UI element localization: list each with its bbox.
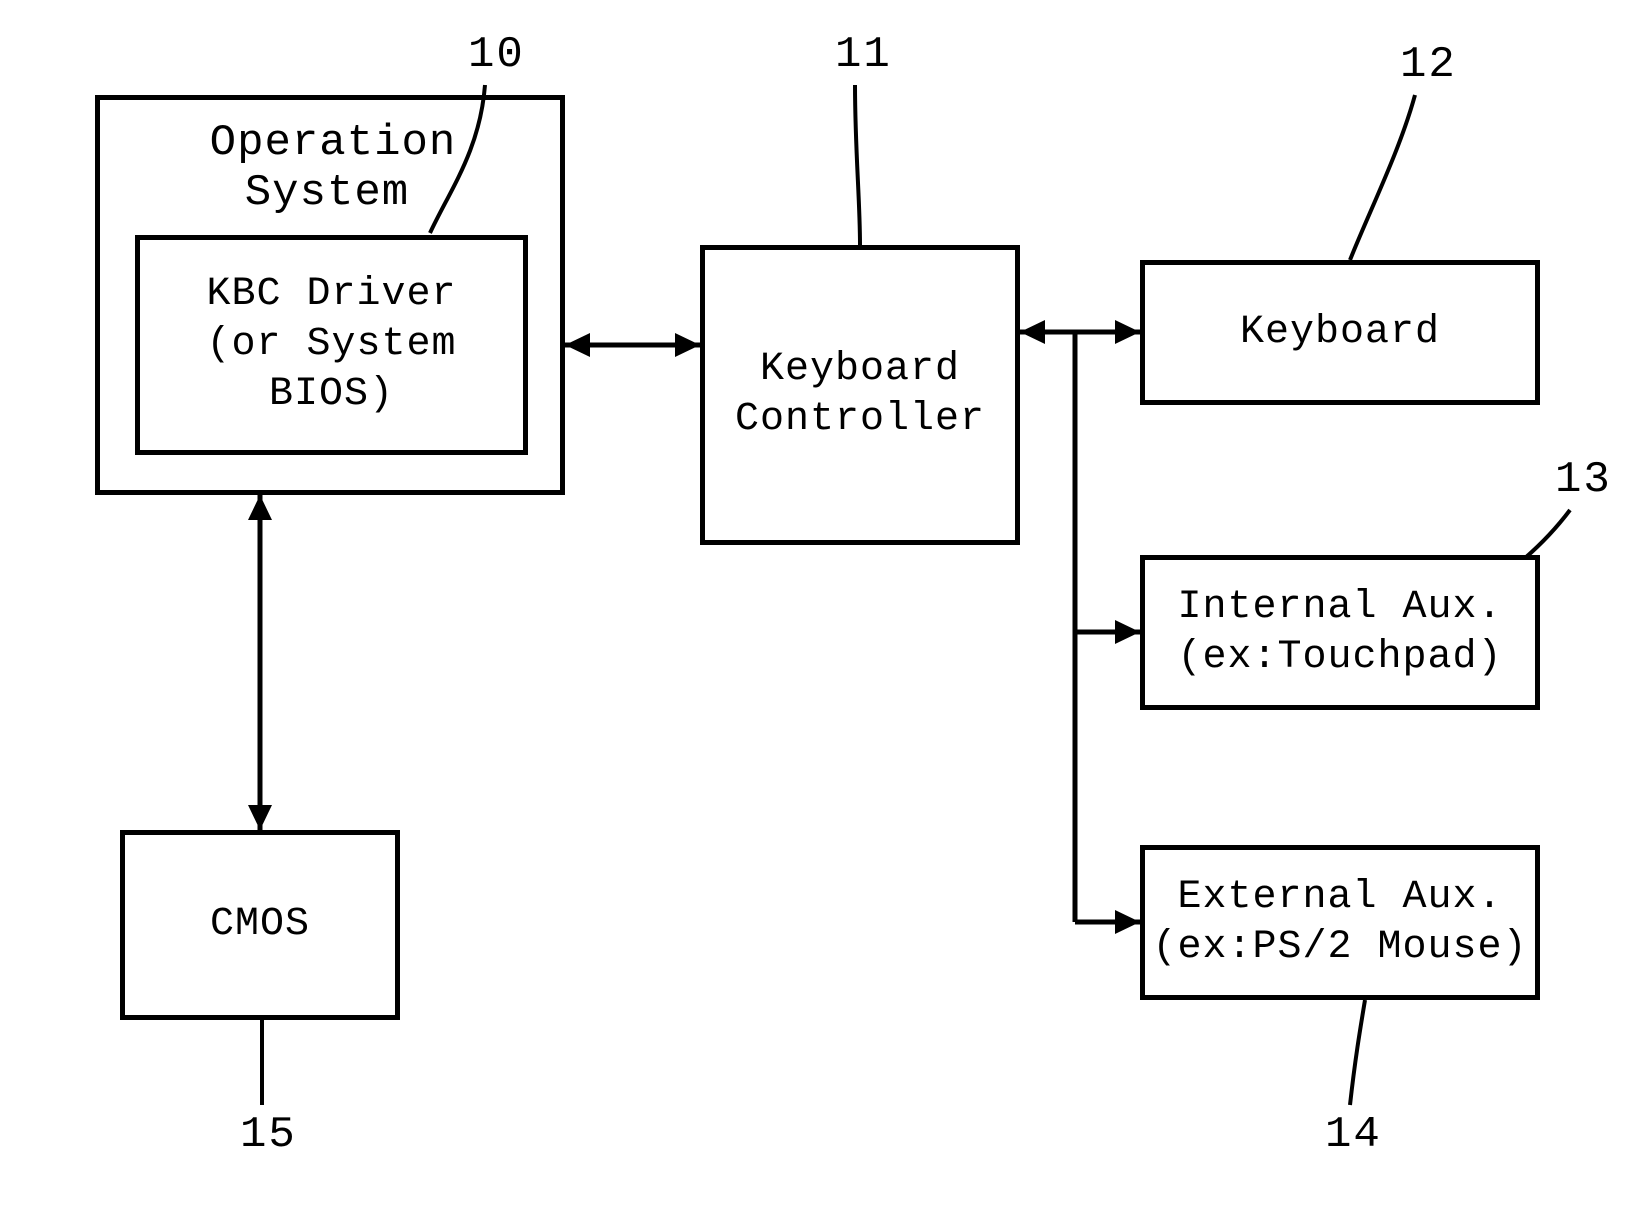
keyboard-box: Keyboard xyxy=(1140,260,1540,405)
keyboard-controller-box: Keyboard Controller xyxy=(700,245,1020,545)
external-aux-text: External Aux. (ex:PS/2 Mouse) xyxy=(1146,867,1533,979)
ref-12: 12 xyxy=(1400,40,1457,90)
external-aux-box: External Aux. (ex:PS/2 Mouse) xyxy=(1140,845,1540,1000)
lead-12 xyxy=(1350,95,1415,260)
internal-aux-box: Internal Aux. (ex:Touchpad) xyxy=(1140,555,1540,710)
kbc-driver-text: KBC Driver (or System BIOS) xyxy=(200,264,462,426)
arrow-driver-left xyxy=(565,333,590,357)
arrow-os-up xyxy=(248,495,272,520)
arrow-external-aux xyxy=(1115,910,1140,934)
ref-14: 14 xyxy=(1325,1110,1382,1160)
kbc-driver-box: KBC Driver (or System BIOS) xyxy=(135,235,528,455)
ref-10: 10 xyxy=(468,30,525,80)
arrow-kbd-left xyxy=(1020,320,1045,344)
keyboard-text: Keyboard xyxy=(1234,302,1446,364)
arrow-kbd-right xyxy=(1115,320,1140,344)
lead-11 xyxy=(855,85,860,245)
lead-13 xyxy=(1525,510,1570,558)
ref-11: 11 xyxy=(835,30,892,80)
keyboard-controller-text: Keyboard Controller xyxy=(729,339,991,451)
cmos-text: CMOS xyxy=(204,894,316,956)
diagram-stage: Operation System KBC Driver (or System B… xyxy=(0,0,1636,1231)
cmos-box: CMOS xyxy=(120,830,400,1020)
os-text: Operation System xyxy=(204,112,457,224)
arrow-driver-right xyxy=(675,333,700,357)
arrow-internal-aux xyxy=(1115,620,1140,644)
lead-14 xyxy=(1350,1000,1365,1105)
arrow-cmos-down xyxy=(248,805,272,830)
internal-aux-text: Internal Aux. (ex:Touchpad) xyxy=(1171,577,1508,689)
os-label: Operation System xyxy=(100,118,560,218)
ref-13: 13 xyxy=(1555,455,1612,505)
ref-15: 15 xyxy=(240,1110,297,1160)
